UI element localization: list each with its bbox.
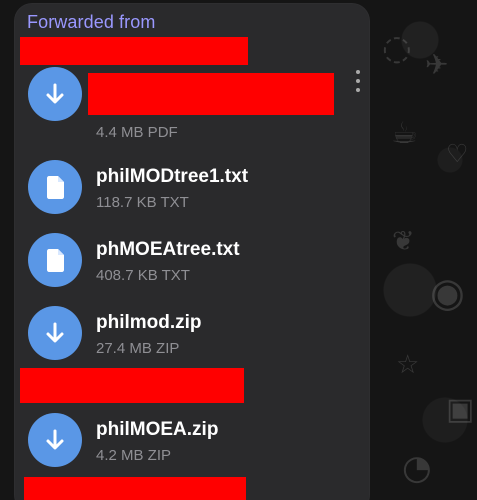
download-icon[interactable] [28,306,82,360]
document-icon[interactable] [28,233,82,287]
download-icon[interactable] [28,413,82,467]
file-name[interactable]: phMOEAtree.txt [96,239,240,261]
document-icon[interactable] [28,160,82,214]
file-size-type: 4.2 MB ZIP [96,447,172,464]
rocket-doodle-icon: ✈ [425,48,449,81]
leaf-doodle-icon: ❦ [392,226,415,257]
file-size-type: 4.4 MB PDF [96,124,178,141]
file-name[interactable]: philmod.zip [96,312,202,334]
hot-air-balloon-doodle-icon: ◉ [430,270,465,316]
telegram-chat-screen: ◌ ✈ ☕ ♡ ❦ ◉ ☆ ▣ ◔ Forwarded from 4.4 MB … [0,0,477,500]
redacted-file-name [88,73,334,115]
redacted-message-line [20,368,244,403]
star-doodle-icon: ☆ [396,350,420,380]
balloon-doodle-icon: ◌ [382,28,412,68]
forwarded-files-message[interactable]: Forwarded from 4.4 MB PDF philMODtree1.t… [14,3,370,500]
file-size-type: 118.7 KB TXT [96,194,189,211]
download-icon[interactable] [28,67,82,121]
redacted-bottom-line [24,477,246,500]
forwarded-from-label: Forwarded from [27,12,156,32]
pizza-doodle-icon: ◔ [402,448,432,488]
heart-doodle-icon: ♡ [446,139,469,168]
file-item-philmodtree1[interactable]: philMODtree1.txt 118.7 KB TXT [14,160,370,230]
file-item-philmoea-zip[interactable]: philMOEA.zip 4.2 MB ZIP [14,413,370,483]
file-item-phmoeatree[interactable]: phMOEAtree.txt 408.7 KB TXT [14,233,370,303]
file-name[interactable]: philMODtree1.txt [96,166,248,188]
cup-doodle-icon: ☕ [391,116,418,151]
file-size-type: 27.4 MB ZIP [96,340,180,357]
file-item-pdf[interactable]: 4.4 MB PDF [14,67,370,141]
redacted-source-name [20,37,248,65]
file-name[interactable]: philMOEA.zip [96,419,218,441]
file-item-philmod-zip[interactable]: philmod.zip 27.4 MB ZIP [14,306,370,376]
gift-doodle-icon: ▣ [446,392,475,427]
file-size-type: 408.7 KB TXT [96,267,190,284]
